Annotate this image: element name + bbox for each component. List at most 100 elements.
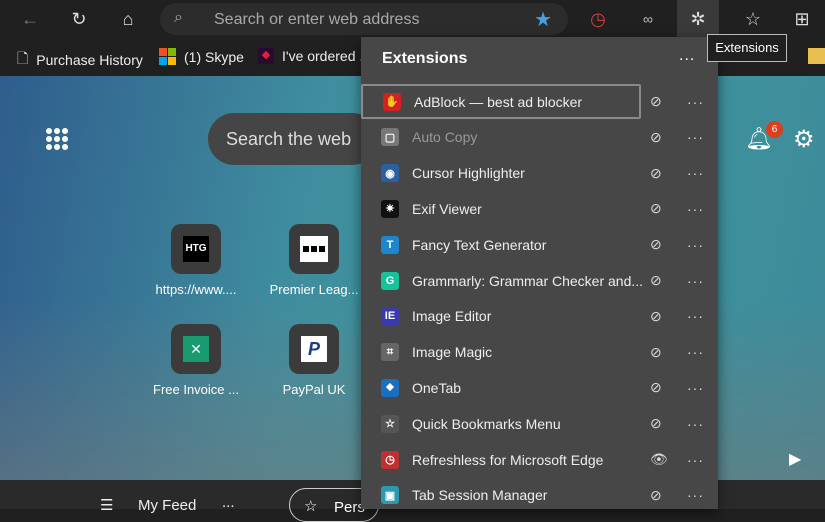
star-icon: ☆ bbox=[304, 498, 318, 515]
bookmark-skype[interactable]: (1) Skype bbox=[159, 48, 244, 65]
site-icon: ◆ bbox=[258, 48, 274, 64]
eye-hidden-icon[interactable]: ⊘ bbox=[650, 272, 662, 289]
refreshless-extension-icon[interactable]: ◷ bbox=[585, 6, 611, 32]
htg-logo-icon: HTG bbox=[183, 236, 209, 262]
eye-hidden-icon[interactable]: ⊘ bbox=[650, 379, 662, 396]
home-icon[interactable]: ⌂ bbox=[115, 6, 141, 32]
notification-badge: 6 bbox=[766, 121, 783, 138]
extension-more-button[interactable]: ··· bbox=[687, 273, 704, 289]
address-placeholder: Search or enter web address bbox=[214, 11, 420, 28]
eye-hidden-icon[interactable]: ⊘ bbox=[650, 344, 662, 361]
app-launcher-icon[interactable] bbox=[46, 128, 68, 150]
extension-name: Image Editor bbox=[412, 308, 492, 325]
extension-name: Exif Viewer bbox=[412, 200, 482, 217]
extension-name: Tab Session Manager bbox=[412, 487, 548, 504]
extension-more-button[interactable]: ··· bbox=[687, 452, 704, 468]
paypal-logo-icon: P bbox=[301, 336, 327, 362]
menu-icon[interactable]: ☰ bbox=[100, 496, 113, 514]
extension-more-button[interactable]: ··· bbox=[687, 237, 704, 253]
quick-link-paypal[interactable]: P PayPal UK bbox=[264, 324, 364, 397]
extension-item[interactable]: ▢ Auto Copy ⊘ ··· bbox=[361, 120, 718, 155]
eye-hidden-icon[interactable]: ⊘ bbox=[650, 308, 662, 325]
extension-infinity-icon[interactable]: ∞ bbox=[635, 6, 661, 32]
extension-name: Quick Bookmarks Menu bbox=[412, 415, 561, 432]
eye-icon[interactable]: 👁︎ bbox=[650, 451, 668, 468]
bookmark-ordered[interactable]: ◆ I've ordered ... bbox=[258, 48, 371, 64]
extensions-more-button[interactable]: ... bbox=[679, 47, 695, 65]
favorites-icon[interactable]: ☆ bbox=[740, 6, 766, 32]
extension-more-button[interactable]: ··· bbox=[687, 94, 704, 110]
extension-item[interactable]: ◉ Cursor Highlighter ⊘ ··· bbox=[361, 156, 718, 191]
extension-item[interactable]: ✷ Exif Viewer ⊘ ··· bbox=[361, 191, 718, 226]
extension-more-button[interactable]: ··· bbox=[687, 129, 704, 145]
site-logo-icon bbox=[300, 236, 328, 262]
extension-icon: ⌗ bbox=[381, 343, 399, 362]
extension-item[interactable]: ⬥ OneTab ⊘ ··· bbox=[361, 370, 718, 405]
extension-icon: T bbox=[381, 235, 399, 254]
browser-toolbar: ← ↻ ⌂ ⌕ Search or enter web address ★ ◷ … bbox=[0, 0, 825, 38]
extension-icon: ✋ bbox=[383, 92, 401, 111]
extension-icon: ▣ bbox=[381, 486, 399, 505]
refresh-icon[interactable]: ↻ bbox=[66, 6, 92, 32]
extension-more-button[interactable]: ··· bbox=[687, 380, 704, 396]
favorite-star-icon[interactable]: ★ bbox=[534, 7, 552, 32]
eye-hidden-icon[interactable]: ⊘ bbox=[650, 200, 662, 217]
bookmark-purchase-history[interactable]: 🗋 Purchase History bbox=[17, 48, 143, 72]
my-feed-tab[interactable]: My Feed bbox=[138, 497, 196, 514]
extension-name: Image Magic bbox=[412, 344, 493, 361]
extension-icon: ◷ bbox=[381, 450, 399, 469]
extension-item[interactable]: G Grammarly: Grammar Checker and... ⊘ ··… bbox=[361, 263, 718, 298]
extension-item[interactable]: ⌗ Image Magic ⊘ ··· bbox=[361, 335, 718, 370]
extensions-panel: Extensions ... ✋ AdBlock — best ad block… bbox=[361, 37, 718, 509]
eye-hidden-icon[interactable]: ⊘ bbox=[650, 93, 662, 110]
extension-icon: ◉ bbox=[381, 164, 399, 183]
extension-name: OneTab bbox=[412, 379, 462, 396]
microsoft-logo-icon bbox=[159, 48, 176, 65]
web-search-box[interactable]: Search the web bbox=[208, 113, 378, 165]
quick-link-premier-league[interactable]: Premier Leag... bbox=[264, 224, 364, 297]
back-icon[interactable]: ← bbox=[17, 6, 43, 32]
extension-name: Auto Copy bbox=[412, 129, 478, 146]
play-icon[interactable]: ▶ bbox=[789, 449, 801, 469]
extension-more-button[interactable]: ··· bbox=[687, 344, 704, 360]
eye-hidden-icon[interactable]: ⊘ bbox=[650, 415, 662, 432]
extension-item[interactable]: ✋ AdBlock — best ad blocker ⊘ ··· bbox=[361, 84, 703, 119]
extension-more-button[interactable]: ··· bbox=[687, 308, 704, 324]
collections-icon[interactable]: ⊞ bbox=[789, 6, 815, 32]
extension-icon: ✷ bbox=[381, 199, 399, 218]
extension-icon: ▢ bbox=[381, 128, 399, 147]
extension-more-button[interactable]: ··· bbox=[687, 165, 704, 181]
extension-name: AdBlock — best ad blocker bbox=[414, 93, 583, 110]
extension-more-button[interactable]: ··· bbox=[687, 487, 704, 503]
folder-icon[interactable] bbox=[808, 48, 825, 64]
extensions-tooltip: Extensions bbox=[707, 34, 787, 62]
eye-hidden-icon[interactable]: ⊘ bbox=[650, 165, 662, 182]
eye-hidden-icon[interactable]: ⊘ bbox=[650, 129, 662, 146]
extension-icon: IE bbox=[381, 307, 399, 326]
quick-link-free-invoice[interactable]: ✕ Free Invoice ... bbox=[146, 324, 246, 397]
extensions-button[interactable]: ✲ bbox=[677, 0, 719, 38]
extension-icon: ⬥ bbox=[381, 378, 399, 397]
invoice-logo-icon: ✕ bbox=[183, 336, 209, 362]
extension-name: Grammarly: Grammar Checker and... bbox=[412, 272, 644, 289]
eye-hidden-icon[interactable]: ⊘ bbox=[650, 236, 662, 253]
eye-hidden-icon[interactable]: ⊘ bbox=[650, 487, 662, 504]
extension-name: Cursor Highlighter bbox=[412, 165, 525, 182]
extension-more-button[interactable]: ··· bbox=[687, 416, 704, 432]
extension-item[interactable]: T Fancy Text Generator ⊘ ··· bbox=[361, 227, 718, 262]
settings-gear-icon[interactable]: ⚙ bbox=[793, 125, 815, 154]
extension-icon: ☆ bbox=[381, 414, 399, 433]
address-bar[interactable]: ⌕ Search or enter web address ★ bbox=[160, 3, 568, 35]
page-icon: 🗋 bbox=[17, 50, 29, 66]
feed-more-button[interactable]: ... bbox=[222, 494, 235, 511]
extension-more-button[interactable]: ··· bbox=[687, 201, 704, 217]
extension-item[interactable]: ▣ Tab Session Manager ⊘ ··· bbox=[361, 478, 718, 513]
extension-item[interactable]: ◷ Refreshless for Microsoft Edge 👁︎ ··· bbox=[361, 442, 718, 477]
puzzle-icon: ✲ bbox=[690, 8, 706, 29]
search-icon: ⌕ bbox=[174, 9, 183, 26]
quick-link-htg[interactable]: HTG https://www.... bbox=[146, 224, 246, 297]
extension-name: Refreshless for Microsoft Edge bbox=[412, 451, 604, 468]
extension-icon: G bbox=[381, 271, 399, 290]
extension-item[interactable]: IE Image Editor ⊘ ··· bbox=[361, 299, 718, 334]
extension-item[interactable]: ☆ Quick Bookmarks Menu ⊘ ··· bbox=[361, 406, 718, 441]
